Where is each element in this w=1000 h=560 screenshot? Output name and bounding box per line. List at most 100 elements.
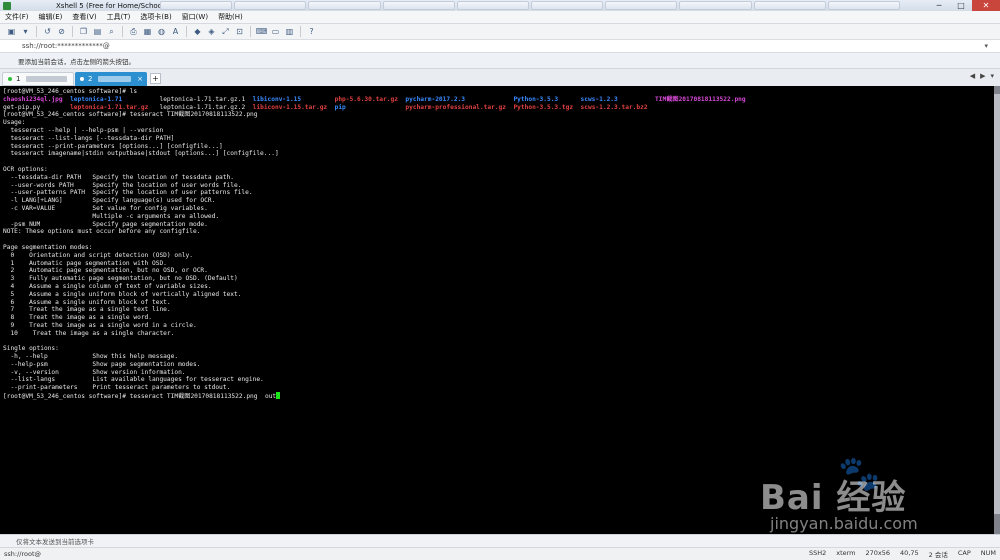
toolbar-separator xyxy=(300,26,301,37)
ls-entry: libiconv-1.15 xyxy=(252,95,302,103)
status-caps: CAP xyxy=(957,549,971,557)
print-icon[interactable]: ⎙ xyxy=(128,26,139,37)
ls-entry: pycharm-professional.tar.gz xyxy=(405,103,506,111)
keyboard-icon[interactable]: ⌨ xyxy=(256,26,268,37)
taskbar-item[interactable] xyxy=(456,1,530,10)
ls-entry: leptonica-1.71.tar.gz.1 xyxy=(159,95,246,103)
fullscreen-icon[interactable]: ⤢ xyxy=(220,26,231,37)
menu-edit[interactable]: 编辑(E) xyxy=(34,12,68,22)
baidu-jingyan-watermark: 🐾 Bai 经验 jingyan.baidu.com xyxy=(760,450,970,540)
connected-dot-icon xyxy=(80,77,84,81)
status-num: NUM xyxy=(980,549,996,557)
lock-icon[interactable]: ⊡ xyxy=(234,26,245,37)
open-icon[interactable]: ▾ xyxy=(20,26,31,37)
ls-entry: pycharm-2017.2.3 xyxy=(405,95,465,103)
status-sessions: 2 会话 xyxy=(928,551,948,559)
taskbar-item[interactable] xyxy=(234,1,307,10)
status-protocol: SSH2 xyxy=(808,549,827,557)
xftp-icon[interactable]: ◆ xyxy=(192,26,203,37)
ls-entry: Python-3.5.3 xyxy=(513,95,559,103)
tab-navigation: ◀ ▶ ▾ xyxy=(970,72,994,80)
properties-icon[interactable]: ▦ xyxy=(142,26,153,37)
toolbar-separator xyxy=(250,26,251,37)
menu-window[interactable]: 窗口(W) xyxy=(177,12,213,22)
status-size: 270x56 xyxy=(865,549,891,557)
toolbar-separator xyxy=(122,26,123,37)
ls-entry: Python-3.5.3.tgz xyxy=(513,103,574,111)
copy-icon[interactable]: ❐ xyxy=(78,26,89,37)
address-input[interactable]: ssh://root:*************@ xyxy=(22,42,110,50)
send-text-input[interactable]: 仅将文本发送到当前选项卡 xyxy=(16,536,94,546)
tab-menu-icon[interactable]: ▾ xyxy=(990,72,994,80)
session-tabs-bar: 1 2 × + ◀ ▶ ▾ xyxy=(0,69,1000,86)
taskbar-strip xyxy=(160,1,901,10)
scrollbar-thumb[interactable] xyxy=(994,94,1000,514)
toolbar-separator xyxy=(186,26,187,37)
address-bar: ssh://root:*************@ ▾ xyxy=(0,40,1000,53)
disconnect-icon[interactable]: ⊘ xyxy=(56,26,67,37)
taskbar-item[interactable] xyxy=(382,1,455,10)
terminal-scrollbar[interactable] xyxy=(994,86,1000,534)
connected-dot-icon xyxy=(8,77,12,81)
taskbar-item[interactable] xyxy=(531,1,604,10)
watermark-url: jingyan.baidu.com xyxy=(770,514,918,533)
globe-icon[interactable]: ◍ xyxy=(156,26,167,37)
layout-icon[interactable]: ▥ xyxy=(284,26,295,37)
redacted-host xyxy=(98,76,132,82)
tab-number: 1 xyxy=(16,75,21,83)
ls-entry: pip xyxy=(334,103,346,111)
compose-icon[interactable]: ▭ xyxy=(270,26,281,37)
window-title: Xshell 5 (Free for Home/School) xyxy=(56,1,167,10)
ls-entry: libiconv-1.15.tar.gz xyxy=(252,103,328,111)
taskbar-item[interactable] xyxy=(827,1,901,10)
new-session-icon[interactable]: ▣ xyxy=(6,26,17,37)
ls-output-row: chaoshi234ql.jpg leptonica-1.71 leptonic… xyxy=(3,96,746,103)
taskbar-item[interactable] xyxy=(679,1,752,10)
minimize-button[interactable]: ─ xyxy=(928,0,950,11)
current-prompt: [root@VM_53_246_centos software]# tesser… xyxy=(3,393,277,401)
help-icon[interactable]: ? xyxy=(306,26,317,37)
tab-prev-icon[interactable]: ◀ xyxy=(970,72,975,80)
taskbar-item[interactable] xyxy=(160,1,233,10)
ls-entry: leptonica-1.71 xyxy=(70,95,123,103)
close-button[interactable]: ✕ xyxy=(972,0,1000,11)
maximize-button[interactable]: □ xyxy=(950,0,972,11)
taskbar-item[interactable] xyxy=(753,1,826,10)
status-bar: ssh://root@ SSH2 xterm 270x56 40,75 2 会话… xyxy=(0,547,1000,560)
session-hint-bar: 要添加当前会话，点击左侧的箭头按钮。 xyxy=(0,53,1000,69)
xmanager-icon[interactable]: ◈ xyxy=(206,26,217,37)
ls-entry: scws-1.2.3 xyxy=(580,95,618,103)
find-icon[interactable]: ⌕ xyxy=(106,26,117,37)
tesseract-output: [root@VM_53_246_centos software]# tesser… xyxy=(3,111,279,392)
menu-tools[interactable]: 工具(T) xyxy=(102,12,136,22)
ls-entry: scws-1.2.3.tar.bz2 xyxy=(580,103,648,111)
close-tab-icon[interactable]: × xyxy=(137,75,143,83)
tab-session-2[interactable]: 2 × xyxy=(75,72,147,86)
font-icon[interactable]: A xyxy=(170,26,181,37)
paste-icon[interactable]: ▤ xyxy=(92,26,103,37)
tab-session-1[interactable]: 1 xyxy=(2,72,74,86)
status-connection: ssh://root@ xyxy=(4,550,41,558)
ls-entry: php-5.6.30.tar.gz xyxy=(334,95,398,103)
ls-entry: TIM截图20170818113522.png xyxy=(655,95,746,103)
ls-entry: leptonica-1.71.tar.gz xyxy=(70,103,149,111)
ls-entry: chaoshi234ql.jpg xyxy=(3,95,63,103)
title-bar: Xshell 5 (Free for Home/School) ─ □ ✕ xyxy=(0,0,1000,11)
menu-file[interactable]: 文件(F) xyxy=(0,12,34,22)
reconnect-icon[interactable]: ↺ xyxy=(42,26,53,37)
chevron-down-icon[interactable]: ▾ xyxy=(984,42,988,50)
menu-bar: 文件(F) 编辑(E) 查看(V) 工具(T) 选项卡(B) 窗口(W) 帮助(… xyxy=(0,11,1000,24)
session-hint-text: 要添加当前会话，点击左侧的箭头按钮。 xyxy=(18,57,135,66)
ls-output-row: get-pip.py leptonica-1.71.tar.gz leptoni… xyxy=(3,104,648,111)
menu-tabs[interactable]: 选项卡(B) xyxy=(135,12,176,22)
menu-help[interactable]: 帮助(H) xyxy=(213,12,248,22)
toolbar-separator xyxy=(36,26,37,37)
new-tab-button[interactable]: + xyxy=(150,73,161,84)
taskbar-item[interactable] xyxy=(605,1,678,10)
tab-next-icon[interactable]: ▶ xyxy=(980,72,985,80)
terminal-cursor xyxy=(276,392,281,400)
menu-view[interactable]: 查看(V) xyxy=(67,12,101,22)
taskbar-item[interactable] xyxy=(308,1,381,10)
prompt-ls: [root@VM_53_246_centos software]# ls xyxy=(3,88,138,95)
redacted-host xyxy=(26,76,67,82)
